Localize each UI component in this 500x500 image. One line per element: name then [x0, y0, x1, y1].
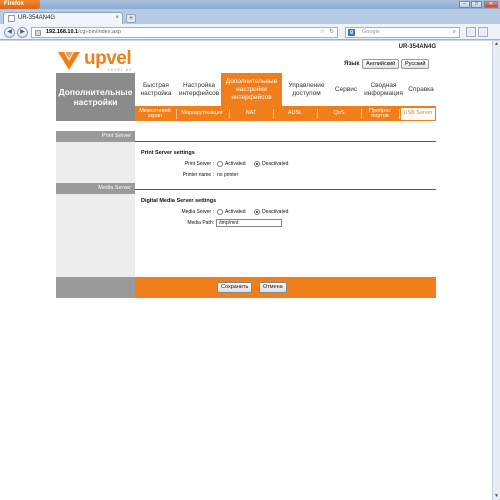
subnav-port-forwarding[interactable]: Проброс портов	[363, 108, 397, 120]
media-path-input[interactable]	[216, 219, 282, 227]
print-server-activated-radio[interactable]	[217, 161, 223, 167]
search-bar[interactable]: g Google ⌕	[345, 27, 460, 38]
save-button[interactable]: Сохранить	[217, 282, 253, 293]
page-favicon-icon	[8, 15, 15, 22]
maximize-button[interactable]: □	[471, 1, 482, 8]
media-server-activated-radio[interactable]	[217, 209, 223, 215]
subnav-nat[interactable]: NAT	[231, 108, 271, 120]
bookmark-star-icon[interactable]: ☆	[320, 28, 325, 37]
reload-icon[interactable]: ↻	[329, 28, 334, 37]
subnav-divider	[361, 109, 362, 119]
nav-access-management[interactable]: Управление доступом	[282, 73, 331, 106]
print-server-title: Print Server settings	[141, 150, 195, 156]
subnav-usb-server[interactable]: USB Server	[401, 108, 435, 120]
nav-help[interactable]: Справка	[406, 73, 436, 106]
forward-icon[interactable]: ▶	[17, 27, 28, 38]
subnav-divider	[176, 109, 177, 119]
print-server-label: Print Server :	[184, 161, 214, 167]
home-icon[interactable]	[466, 27, 476, 37]
nav-maintenance[interactable]: Сервис	[331, 73, 361, 106]
media-path-label: Media Path:	[187, 220, 214, 226]
media-server-deactivated-label: Deactivated	[262, 209, 289, 215]
navigation-toolbar: ◀ ▶ 192.168.10.1/cgi-bin/index.asp ☆ ↻ g…	[0, 24, 500, 40]
russian-language-button[interactable]: Русский	[401, 59, 430, 69]
language-label: Язык	[344, 61, 360, 67]
subnav-firewall[interactable]: Межсетевой экран	[136, 108, 174, 120]
section-divider	[135, 189, 436, 190]
logo-text: upvel	[84, 48, 132, 69]
new-tab-button[interactable]: +	[126, 14, 136, 23]
media-server-title: Digital Media Server settings	[141, 198, 217, 204]
model-name: UR-354AN4G	[398, 44, 436, 50]
nav-quick-setup[interactable]: Быстрая настройка	[135, 73, 177, 106]
address-bar[interactable]: 192.168.10.1/cgi-bin/index.asp ☆ ↻	[31, 27, 338, 38]
scroll-up-icon[interactable]: ▲	[493, 41, 500, 48]
minimize-button[interactable]: –	[459, 1, 470, 8]
subnav-qos[interactable]: QoS	[319, 108, 359, 120]
tab-title: UR-354AN4G	[18, 15, 56, 21]
media-server-side-label: Media Server	[56, 183, 135, 194]
upvel-logo: upvel LEVEL UP	[56, 48, 146, 73]
google-icon[interactable]: g	[348, 29, 355, 36]
subnav-divider	[229, 109, 230, 119]
nav-advanced-setup[interactable]: Дополнительные настройки интерфейсов	[221, 73, 282, 106]
close-window-button[interactable]: ✕	[484, 1, 498, 8]
bookmarks-icon[interactable]	[478, 27, 488, 37]
print-server-activated-label: Activated	[225, 161, 246, 167]
section-divider	[135, 141, 436, 142]
tab-bar: UR-354AN4G × +	[0, 9, 500, 24]
media-server-activated-label: Activated	[225, 209, 246, 215]
vertical-scrollbar[interactable]: ▲ ▼	[492, 41, 500, 500]
window-titlebar: Firefox – □ ✕	[0, 0, 500, 9]
sub-navigation: Межсетевой экран Маршрутизация NAT ADSL …	[135, 106, 436, 121]
nav-interface-setup[interactable]: Настройка интерфейсов	[177, 73, 221, 106]
media-server-label: Media Server :	[181, 209, 214, 215]
side-panel	[56, 194, 135, 277]
url-host: 192.168.10.1	[46, 29, 79, 35]
print-server-deactivated-label: Deactivated	[262, 161, 289, 167]
footer-side-panel	[56, 277, 135, 298]
footer-action-bar: Сохранить Отмена	[135, 277, 436, 298]
print-server-deactivated-radio[interactable]	[254, 161, 260, 167]
toolbar-right	[466, 27, 496, 38]
print-server-side-label: Print Server	[56, 131, 135, 142]
url-path: /cgi-bin/index.asp	[78, 29, 121, 35]
subnav-divider	[273, 109, 274, 119]
subnav-divider	[399, 109, 400, 119]
scroll-down-icon[interactable]: ▼	[493, 493, 500, 500]
browser-tab[interactable]: UR-354AN4G ×	[3, 12, 123, 24]
firefox-menu-button[interactable]: Firefox	[0, 0, 40, 9]
search-placeholder: Google	[362, 29, 380, 35]
printer-name-value: no printer	[217, 172, 239, 178]
search-icon[interactable]: ⌕	[453, 28, 456, 37]
tab-close-icon[interactable]: ×	[115, 13, 119, 24]
side-panel	[56, 142, 135, 183]
logo-mark-icon	[58, 52, 80, 70]
site-identity-icon[interactable]	[35, 30, 41, 36]
nav-status[interactable]: Сводная информация	[361, 73, 406, 106]
logo-subtext: LEVEL UP	[108, 68, 133, 72]
subnav-routing[interactable]: Маршрутизация	[178, 108, 226, 120]
subnav-adsl[interactable]: ADSL	[275, 108, 315, 120]
media-server-deactivated-radio[interactable]	[254, 209, 260, 215]
subnav-divider	[317, 109, 318, 119]
cancel-button[interactable]: Отмена	[259, 282, 287, 293]
section-title: Дополнительные настройки	[56, 73, 135, 121]
printer-name-label: Printer name :	[182, 172, 214, 178]
english-language-button[interactable]: Английский	[362, 59, 400, 69]
back-icon[interactable]: ◀	[4, 27, 15, 38]
page-viewport: UR-354AN4G upvel LEVEL UP Язык Английски…	[0, 41, 492, 500]
